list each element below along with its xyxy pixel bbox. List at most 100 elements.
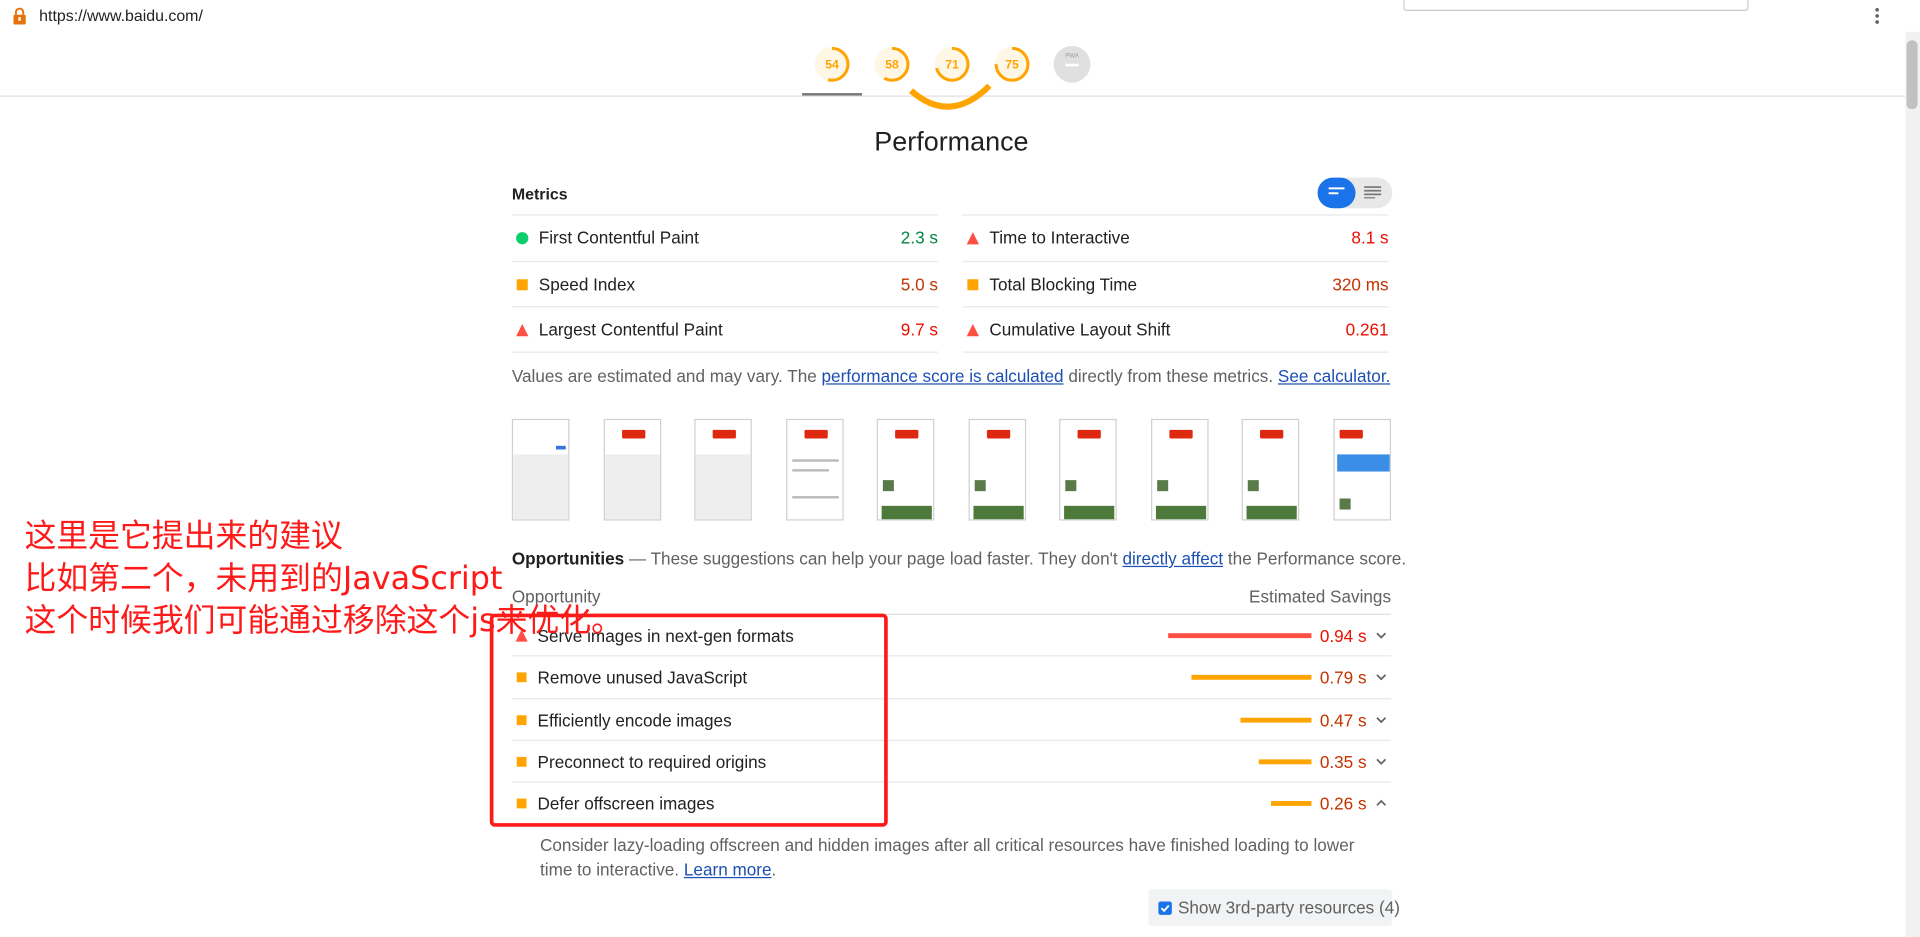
filmstrip-thumbnail [1059,418,1117,521]
opportunity-description: Consider lazy-loading offscreen and hidd… [540,835,1355,880]
annotation-line: 这里是它提出来的建议 [24,518,343,555]
pwa-dash-icon [1065,63,1079,67]
checkbox[interactable] [1158,901,1172,915]
third-party-label: Show 3rd-party resources (4) [1177,897,1400,918]
savings-value: 0.35 s [1319,751,1367,772]
metric-name: Speed Index [538,273,636,294]
fail-triangle-icon [966,232,979,245]
filmstrip-thumbnail [1241,418,1300,521]
gauge-score: 54 [825,58,839,72]
metric-value: 0.261 [1345,319,1389,340]
filmstrip [511,418,1391,522]
note-text: directly from these metrics. [1063,366,1278,386]
metrics-right-column: Time to Interactive 8.1 s Total Blocking… [962,214,1389,353]
chevron-down-icon[interactable] [1375,630,1387,642]
filmstrip-thumbnail [785,418,844,521]
opportunity-row[interactable]: Serve images in next-gen formats 0.94 s [511,615,1392,657]
metric-row: Cumulative Layout Shift 0.261 [962,306,1389,353]
savings-value: 0.47 s [1319,709,1367,730]
savings-value: 0.79 s [1319,667,1367,688]
metric-value: 320 ms [1332,273,1389,294]
annotation-line: 比如第二个，未用到的JavaScript [24,560,503,598]
chevron-down-icon[interactable] [1375,714,1387,726]
expanded-view-icon[interactable] [1364,186,1382,199]
scrollbar-thumb[interactable] [1906,40,1918,110]
chevron-down-icon[interactable] [1375,756,1387,768]
description-text: Consider lazy-loading offscreen and hidd… [540,835,1355,880]
metrics-heading: Metrics [511,184,568,204]
opportunity-name: Efficiently encode images [537,709,732,730]
opportunity-name: Defer offscreen images [537,793,715,814]
metric-value: 5.0 s [900,273,938,294]
directly-affect-link[interactable]: directly affect [1122,549,1223,569]
metric-row: Speed Index 5.0 s [511,260,938,306]
gauge-pwa[interactable]: PWA [1053,45,1091,83]
average-square-icon [516,714,527,725]
active-gauge-indicator [802,93,863,96]
col-estimated-savings: Estimated Savings [1249,586,1392,607]
fail-triangle-icon [966,323,979,337]
opportunity-row[interactable]: Efficiently encode images 0.47 s [511,699,1392,741]
metrics-view-toggle[interactable] [1317,177,1393,209]
scrollbar-track[interactable] [1905,31,1920,937]
opportunity-row[interactable]: Preconnect to required origins 0.35 s [511,741,1392,783]
chevron-up-icon[interactable] [1375,798,1387,810]
gauge-score: 58 [885,58,899,72]
metric-row: Largest Contentful Paint 9.7 s [511,306,938,353]
opportunity-name: Remove unused JavaScript [537,667,748,688]
chevron-down-icon[interactable] [1375,672,1387,684]
metric-name: Largest Contentful Paint [538,319,723,340]
opportunity-list: Serve images in next-gen formats 0.94 s … [511,615,1392,825]
opportunity-row[interactable]: Defer offscreen images 0.26 s [512,783,1391,825]
opportunities-text: — These suggestions can help your page l… [624,548,1123,569]
metric-name: Time to Interactive [989,227,1130,248]
metric-name: First Contentful Paint [538,227,699,248]
metric-value: 2.3 s [900,227,938,248]
metric-value: 9.7 s [900,319,938,340]
compact-view-icon[interactable] [1328,186,1345,198]
average-square-icon [516,672,527,683]
opportunities-text: the Performance score. [1223,548,1407,569]
browser-address-bar: https://www.baidu.com/ [0,0,1920,32]
opportunity-name: Preconnect to required origins [537,751,767,772]
gauge-score: 75 [1005,58,1019,72]
savings-bar [1168,633,1312,639]
pass-circle-icon [516,232,529,245]
note-text: Values are estimated and may vary. The [511,366,822,386]
average-square-icon [516,756,527,767]
third-party-toggle[interactable]: Show 3rd-party resources (4) [1148,889,1400,926]
average-square-icon [516,798,527,809]
lock-icon [13,7,26,25]
annotation-text: 这里是它提出来的建议 比如第二个，未用到的JavaScript 这个时候我们可能… [24,516,623,643]
opportunity-row[interactable]: Remove unused JavaScript 0.79 s [511,657,1392,699]
savings-bar [1258,759,1312,765]
filmstrip-thumbnail [876,418,935,521]
learn-more-link[interactable]: Learn more [684,860,772,880]
url-text[interactable]: https://www.baidu.com/ [39,6,203,24]
metrics-note: Values are estimated and may vary. The p… [512,366,1391,386]
metrics-left-column: First Contentful Paint 2.3 s Speed Index… [511,214,938,353]
section-title: Performance [874,126,1029,157]
filmstrip-thumbnail [967,418,1026,521]
gauge-score: 71 [945,58,959,72]
more-vert-icon[interactable] [1870,5,1885,27]
savings-value: 0.94 s [1319,625,1367,646]
see-calculator-link[interactable]: See calculator. [1278,366,1390,386]
popup-panel-edge [1403,0,1749,12]
score-calculated-link[interactable]: performance score is calculated [822,366,1064,386]
savings-bar [1239,717,1312,723]
filmstrip-thumbnail [1150,418,1208,521]
metric-name: Total Blocking Time [989,273,1138,294]
fail-triangle-icon [516,323,529,337]
metric-row: First Contentful Paint 2.3 s [511,214,938,260]
filmstrip-thumbnail [1332,418,1391,521]
average-square-icon [967,278,979,290]
savings-value: 0.26 s [1319,793,1367,814]
metric-value: 8.1 s [1351,227,1389,248]
gauge-pwa-label: PWA [1065,53,1080,60]
metric-row: Time to Interactive 8.1 s [962,214,1389,260]
savings-bar [1191,675,1312,681]
checkmark-icon [1160,904,1170,913]
opportunities-heading: Opportunities — These suggestions can he… [512,549,1406,569]
gauge-performance[interactable]: 54 [813,45,851,83]
